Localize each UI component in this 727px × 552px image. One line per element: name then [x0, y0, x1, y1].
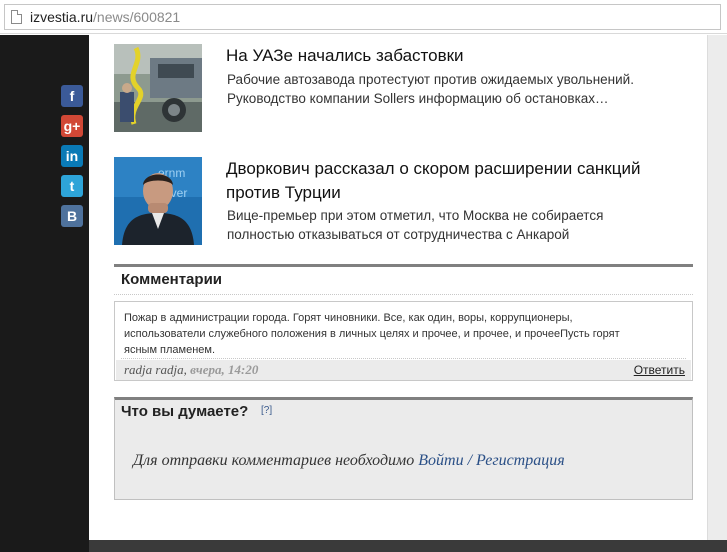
vkontakte-icon: B	[66, 208, 78, 224]
comment-author: radja radja	[124, 362, 184, 377]
login-prompt-text: Для отправки комментариев необходимо	[133, 452, 419, 469]
linkedin-share-button[interactable]: in	[61, 145, 83, 167]
comments-header: Комментарии	[114, 264, 693, 295]
twitter-share-button[interactable]: t	[61, 175, 83, 197]
news-title-line: Дворкович рассказал о скором расширении …	[226, 159, 641, 178]
news-thumbnail-factory[interactable]	[114, 44, 202, 132]
share-panel: f g+ in t B	[61, 85, 83, 235]
news-title[interactable]: На УАЗе начались забастовки	[226, 44, 696, 68]
facebook-share-button[interactable]: f	[61, 85, 83, 107]
url-host: izvestia.ru	[30, 9, 94, 25]
vkontakte-share-button[interactable]: B	[61, 205, 83, 227]
login-link[interactable]: Войти	[418, 452, 463, 469]
comment-text: Пожар в администрации города. Горят чино…	[124, 310, 684, 358]
news-description-line: Вице-премьер при этом отметил, что Москв…	[227, 208, 604, 223]
register-link[interactable]: Регистрация	[476, 452, 565, 469]
comment-footer: radja radja, вчера, 14:20 Ответить	[116, 360, 691, 380]
news-description-line: Рабочие автозавода протестуют против ожи…	[227, 72, 634, 87]
link-divider: /	[463, 452, 477, 469]
google-plus-share-button[interactable]: g+	[61, 115, 83, 137]
news-description: Вице-премьер при этом отметил, что Москв…	[227, 206, 687, 244]
main-content: На УАЗе начались забастовки Рабочие авто…	[89, 35, 707, 540]
twitter-icon: t	[69, 178, 75, 194]
comment-time: вчера, 14:20	[190, 362, 259, 377]
reply-link[interactable]: Ответить	[634, 363, 685, 377]
news-title[interactable]: Дворкович рассказал о скором расширении …	[226, 157, 696, 205]
comment-text-line: Пожар в администрации города. Горят чино…	[124, 312, 573, 324]
linkedin-icon: in	[65, 148, 79, 164]
url-path: /news/600821	[93, 9, 181, 25]
scrollbar[interactable]	[707, 35, 727, 540]
url-text[interactable]: izvestia.ru/news/600821	[30, 9, 180, 26]
news-description-line: Руководство компании Sollers информацию …	[227, 91, 609, 106]
google-plus-icon: g+	[63, 118, 81, 134]
news-description-line: полностью отказываться от сотрудничества…	[227, 227, 570, 242]
news-description: Рабочие автозавода протестуют против ожи…	[227, 70, 687, 108]
comment-meta: radja radja, вчера, 14:20	[124, 362, 258, 378]
browser-toolbar: izvestia.ru/news/600821	[0, 0, 727, 34]
comment-text-line: использователи служебного положения в ли…	[124, 328, 620, 340]
page-icon	[11, 10, 22, 24]
news-title-line: против Турции	[226, 183, 341, 202]
address-bar[interactable]: izvestia.ru/news/600821	[4, 4, 721, 30]
bottom-bar	[89, 540, 727, 552]
facebook-icon: f	[69, 88, 75, 104]
help-link[interactable]: [?]	[261, 405, 272, 416]
comment-form-panel: Что вы думаете? [?] Для отправки коммент…	[114, 397, 693, 500]
page-viewport: f g+ in t B На УАЗе начались забастовки …	[0, 35, 727, 552]
login-prompt: Для отправки комментариев необходимо Вой…	[133, 452, 565, 470]
news-item: ernm over Дворкович рассказал о скором р…	[114, 157, 684, 245]
comments-title: Комментарии	[121, 271, 223, 288]
news-thumbnail-dvorkovich[interactable]: ernm over	[114, 157, 202, 245]
divider	[114, 294, 693, 295]
news-item: На УАЗе начались забастовки Рабочие авто…	[114, 44, 684, 132]
comment-text-line: ясным пламенем.	[124, 344, 216, 356]
comment-form-title: Что вы думаете?	[121, 403, 249, 420]
comment-item: Пожар в администрации города. Горят чино…	[114, 301, 693, 381]
divider	[121, 358, 686, 359]
